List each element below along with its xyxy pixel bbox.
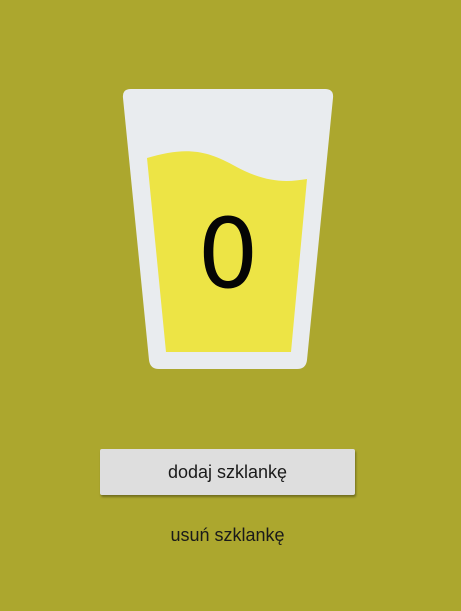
glass-count: 0 <box>197 198 259 310</box>
add-glass-button[interactable]: dodaj szklankę <box>100 449 355 495</box>
add-glass-label: dodaj szklankę <box>167 461 288 482</box>
water-glass: 0 <box>121 88 335 370</box>
app-screen: 0 dodaj szklankę usuń szklankę <box>0 0 461 611</box>
remove-glass-button[interactable]: usuń szklankę <box>100 525 355 546</box>
